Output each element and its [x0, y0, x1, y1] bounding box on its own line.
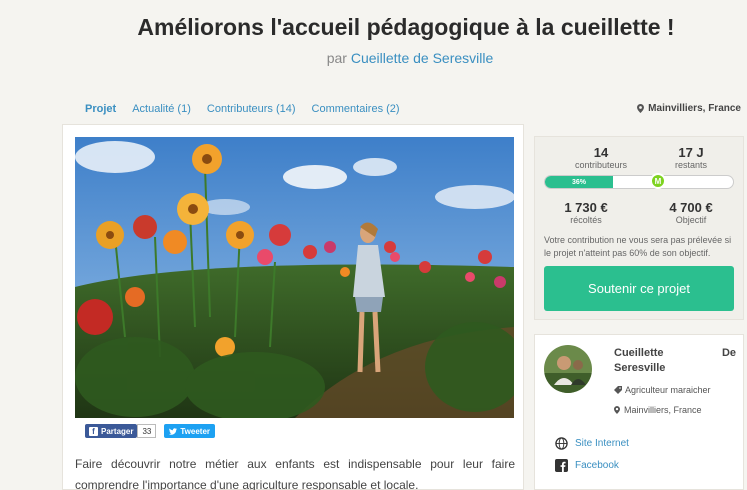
project-location-text: Mainvilliers, France — [648, 103, 741, 114]
goal-label: Objectif — [675, 215, 707, 225]
tag-icon — [614, 386, 622, 394]
tab-actualite[interactable]: Actualité (1) — [132, 103, 191, 115]
contributors-label: contributeurs — [574, 160, 628, 170]
organizer-role: Agriculteur maraicher — [614, 385, 711, 395]
twitter-tweet-button[interactable]: Tweeter — [164, 424, 216, 438]
project-tabs: Projet Actualité (1) Contributeurs (14) … — [85, 103, 400, 115]
project-location: Mainvilliers, France — [637, 103, 741, 114]
facebook-icon: f — [89, 426, 98, 436]
organizer-location: Mainvilliers, France — [614, 405, 702, 415]
tab-commentaires[interactable]: Commentaires (2) — [312, 103, 400, 115]
byline: par Cueillette de Seresville — [0, 50, 747, 66]
collected-stat: 1 730 € récoltés — [546, 200, 626, 225]
website-link-label: Site Internet — [575, 438, 629, 449]
funding-progress-bar: 36% — [544, 175, 734, 189]
organizer-facebook-link[interactable]: Facebook — [555, 459, 619, 472]
organizer-avatar-photo — [544, 345, 592, 393]
days-left-stat: 17 J restants — [651, 145, 731, 170]
project-description: Faire découvrir notre métier aux enfants… — [75, 457, 515, 490]
goal-stat: 4 700 € Objectif — [651, 200, 731, 225]
project-title: Améliorons l'accueil pédagogique à la cu… — [137, 14, 675, 40]
goal-amount: 4 700 € — [669, 200, 713, 215]
tab-projet[interactable]: Projet — [85, 103, 116, 115]
organizer-location-text: Mainvilliers, France — [624, 405, 702, 415]
twitter-tweet-label: Tweeter — [180, 426, 211, 436]
organizer-role-text: Agriculteur maraicher — [625, 385, 711, 395]
contributors-count: 14 — [593, 145, 609, 160]
contribution-note: Votre contribution ne vous sera pas prél… — [544, 235, 732, 258]
organizer-name-part1: Cueillette — [614, 347, 664, 359]
twitter-bird-icon — [169, 427, 178, 435]
byline-prefix: par — [326, 50, 347, 66]
contributors-stat: 14 contributeurs — [561, 145, 641, 170]
days-left-label: restants — [674, 160, 707, 170]
location-pin-icon — [637, 104, 645, 113]
globe-icon — [555, 437, 568, 450]
organizer-name-line2[interactable]: Seresville — [614, 362, 665, 374]
facebook-share-count: 33 — [137, 424, 157, 438]
days-left-value: 17 J — [678, 145, 704, 160]
facebook-link-label: Facebook — [575, 460, 619, 471]
flower-field-photo — [75, 137, 514, 418]
facebook-icon — [555, 459, 568, 472]
facebook-share-label: Partager — [101, 426, 134, 436]
milestone-marker-icon: M — [650, 173, 666, 189]
support-project-button[interactable]: Soutenir ce projet — [544, 266, 734, 311]
organizer-name-part2: De — [721, 347, 736, 359]
author-link[interactable]: Cueillette de Seresville — [351, 50, 493, 66]
facebook-share-button[interactable]: f Partager — [85, 424, 138, 438]
share-bar: f Partager 33 Tweeter — [85, 424, 216, 438]
funding-progress-fill: 36% — [545, 176, 613, 188]
project-hero-image[interactable] — [75, 137, 514, 418]
collected-amount: 1 730 € — [564, 200, 608, 215]
organizer-website-link[interactable]: Site Internet — [555, 437, 629, 450]
location-pin-icon — [614, 406, 620, 414]
collected-label: récoltés — [570, 215, 602, 225]
tab-contributeurs[interactable]: Contributeurs (14) — [207, 103, 296, 115]
avatar[interactable] — [544, 345, 592, 393]
organizer-name-line1[interactable]: Cueillette De — [614, 345, 736, 362]
